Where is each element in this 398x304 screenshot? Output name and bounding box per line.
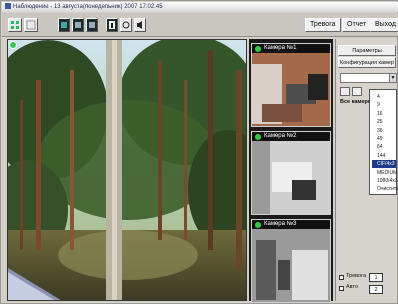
auto-checkbox-label: Авто <box>346 284 358 290</box>
layout-single-icon <box>26 20 36 30</box>
view-2-icon <box>75 22 81 28</box>
view-1-button[interactable] <box>58 18 70 32</box>
thumbnail-label: Камера №2 <box>252 132 330 141</box>
spin-field-2[interactable]: 2 <box>369 285 383 294</box>
view-2-button[interactable] <box>72 18 84 32</box>
camera-thumbnail[interactable]: Камера №2 <box>251 131 331 215</box>
thumbnail-label: Камера №1 <box>252 44 330 53</box>
next-button[interactable] <box>352 87 362 96</box>
app-window: Наблюдение - 13 августа(понедельник) 200… <box>0 0 398 304</box>
dropdown-option[interactable]: MEDIUM <box>372 169 397 177</box>
sound-button[interactable] <box>134 18 146 32</box>
dropdown-option[interactable]: 16 <box>372 110 396 118</box>
camera-status-icon <box>255 134 261 140</box>
dropdown-option[interactable]: CIF/4x3 <box>372 160 396 169</box>
view-3-icon <box>89 22 95 28</box>
dropdown-option[interactable]: 1080/4x3 <box>372 177 398 185</box>
title-bar: Наблюдение - 13 августа(понедельник) 200… <box>2 2 398 12</box>
info-icon <box>109 21 115 29</box>
dropdown-option[interactable]: 36 <box>372 127 396 135</box>
camera-status-icon <box>255 222 261 228</box>
alarm-button[interactable]: Тревога <box>305 18 341 32</box>
server-room-image <box>252 220 330 302</box>
alarm-checkbox-label: Тревога <box>346 273 367 279</box>
window-title: Наблюдение - 13 августа(понедельник) 200… <box>13 4 163 10</box>
view-3-button[interactable] <box>86 18 98 32</box>
app-icon <box>5 3 11 10</box>
office-desk-image <box>252 132 330 214</box>
camera-select-input[interactable] <box>340 73 390 83</box>
alarm-checkbox[interactable] <box>339 275 344 280</box>
layout-dropdown-list[interactable]: 4 9 16 25 36 49 64 144 CIF/4x3 MEDIUM 1080/4x3 Очис… <box>369 89 398 195</box>
camera-thumbnail[interactable]: Камера №1 <box>251 43 331 127</box>
dropdown-option[interactable]: 64 <box>372 143 396 151</box>
view-1-icon <box>61 22 67 28</box>
office-room-image <box>252 44 330 126</box>
auto-checkbox[interactable] <box>339 286 344 291</box>
info-button[interactable] <box>106 18 118 32</box>
main-camera-view[interactable] <box>7 39 247 301</box>
record-button[interactable] <box>120 18 132 32</box>
camera-status-icon <box>255 46 261 52</box>
layout-grid-icon <box>11 21 19 29</box>
spin-field-1[interactable]: 1 <box>369 273 383 282</box>
thumbnail-label: Камера №3 <box>252 220 330 229</box>
main-camera-indicator-icon <box>9 41 17 49</box>
record-icon <box>122 21 130 29</box>
dropdown-option[interactable]: 49 <box>372 135 396 143</box>
sound-icon <box>137 21 142 29</box>
layout-grid-button[interactable] <box>8 18 22 32</box>
chevron-down-icon[interactable]: ▼ <box>389 73 397 83</box>
dropdown-option[interactable]: Очистить <box>372 185 398 193</box>
report-button[interactable]: Отчет <box>342 18 372 32</box>
dropdown-option[interactable]: 25 <box>372 118 396 126</box>
forest-scene-image <box>8 40 246 300</box>
all-cameras-label: Все камеры <box>340 99 373 105</box>
exit-button[interactable]: Выход <box>370 18 398 32</box>
dropdown-option[interactable]: 9 <box>372 101 396 109</box>
camera-thumbnail[interactable]: Камера №3 <box>251 219 331 303</box>
camera-config-button[interactable]: Конфигурация камер <box>338 57 396 68</box>
prev-button[interactable] <box>340 87 350 96</box>
layout-single-button[interactable] <box>24 18 38 32</box>
dropdown-option[interactable]: 4 <box>372 93 396 101</box>
parameters-button[interactable]: Параметры <box>338 45 396 56</box>
toolbar: Тревога Отчет Выход <box>2 13 398 37</box>
dropdown-option[interactable]: 144 <box>372 152 396 160</box>
camera-thumbnails: Камера №1 Камера №2 Камера №3 <box>249 39 333 303</box>
